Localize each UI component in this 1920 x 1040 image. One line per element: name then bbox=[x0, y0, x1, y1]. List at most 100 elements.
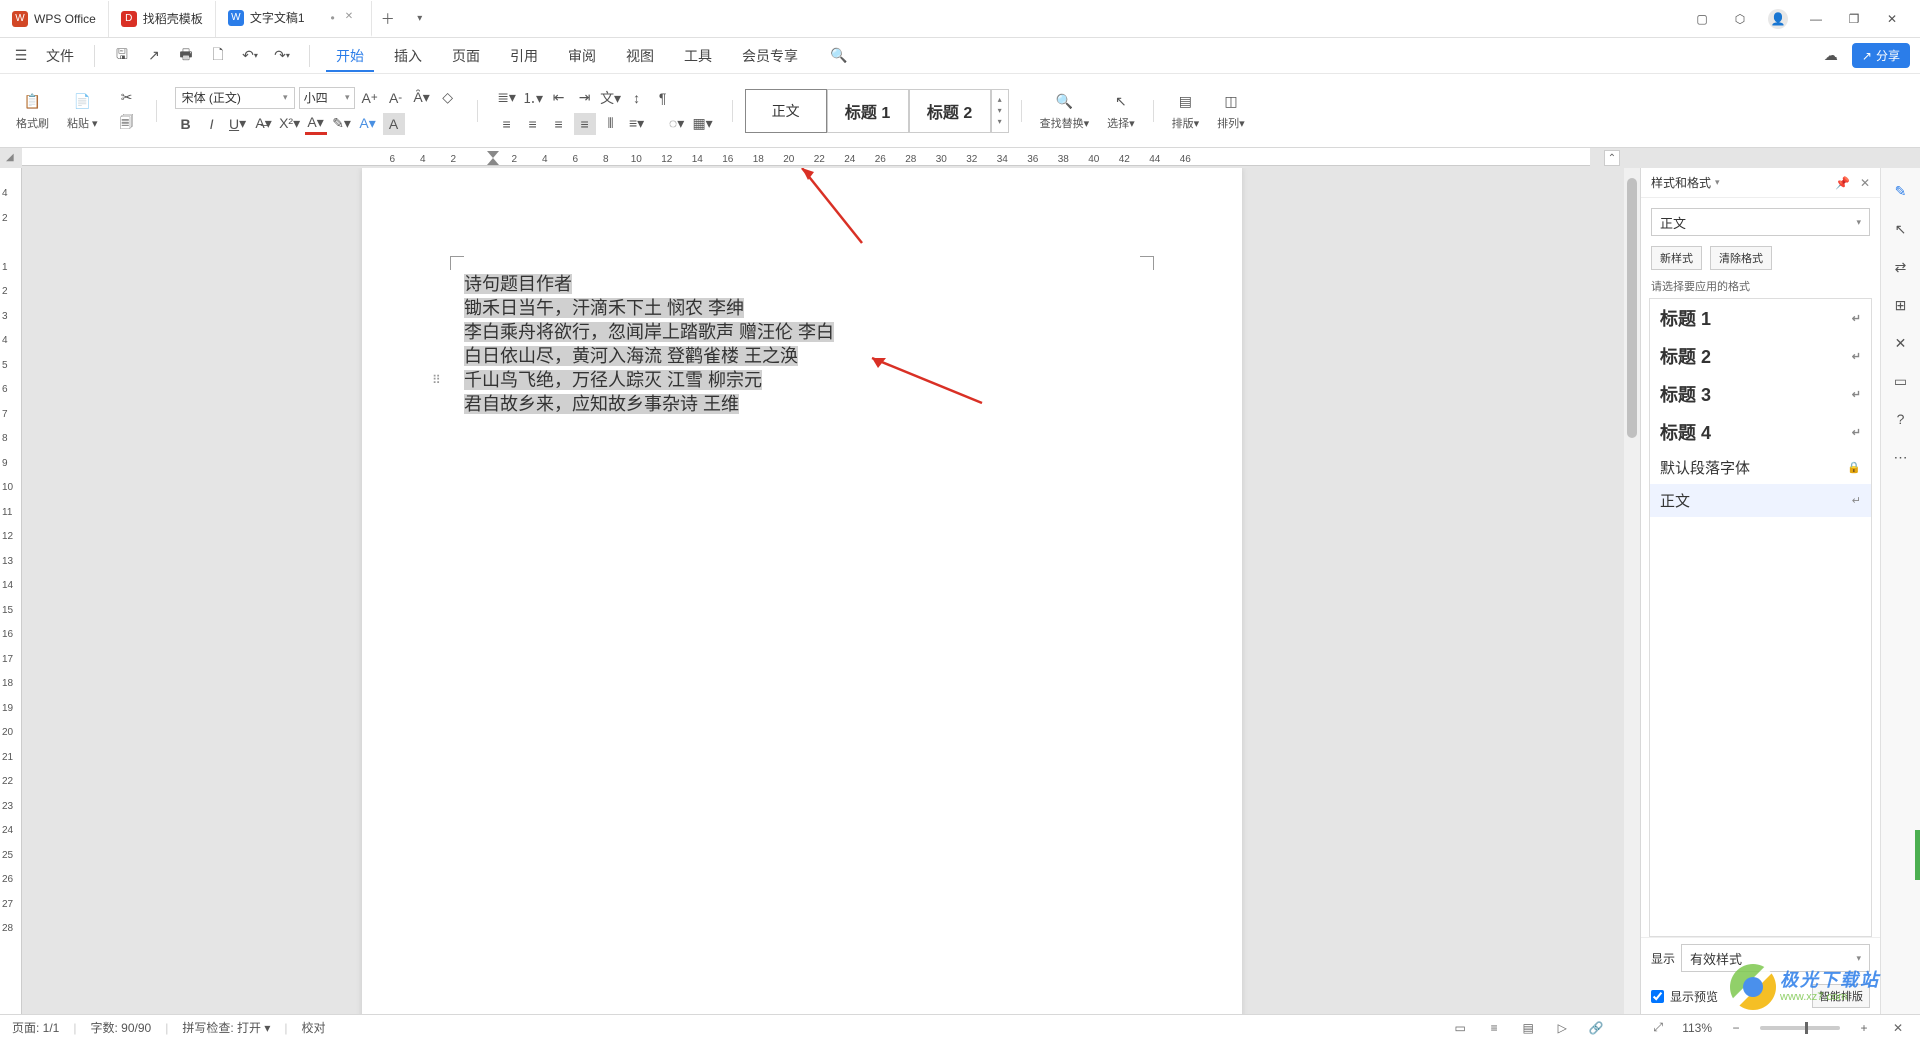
vertical-ruler[interactable]: 4212345678910111213141516171819202122232… bbox=[0, 168, 22, 1014]
pin-icon[interactable]: 📌 bbox=[1835, 176, 1850, 190]
align-justify-icon[interactable]: ≡ bbox=[574, 113, 596, 135]
view-web-icon[interactable]: 🔗 bbox=[1586, 1018, 1606, 1038]
document-area[interactable]: ⠿ 诗句题目作者 锄禾日当午，汗滴禾下土 悯农 李绅 李白乘舟将欲行，忽闻岸上踏… bbox=[22, 168, 1624, 1014]
more-icon[interactable]: ⋯ bbox=[1890, 446, 1912, 468]
zoom-fit-icon[interactable]: ✕ bbox=[1888, 1018, 1908, 1038]
indent-marker[interactable] bbox=[487, 151, 499, 165]
close-icon[interactable]: ✕ bbox=[345, 11, 359, 25]
share-button[interactable]: ↗分享 bbox=[1852, 43, 1910, 68]
print-preview-icon[interactable]: 🗋 bbox=[207, 45, 229, 67]
page-content[interactable]: 诗句题目作者 锄禾日当午，汗滴禾下土 悯农 李绅 李白乘舟将欲行，忽闻岸上踏歌声… bbox=[464, 272, 1144, 416]
menu-member[interactable]: 会员专享 bbox=[732, 40, 808, 72]
text-direction-icon[interactable]: 文▾ bbox=[600, 87, 622, 109]
line-spacing-icon[interactable]: ≡▾ bbox=[626, 113, 648, 135]
border-icon[interactable]: ▦▾ bbox=[692, 113, 714, 135]
text-line[interactable]: 白日依山尽，黄河入海流 登鹳雀楼 王之涣 bbox=[464, 346, 798, 366]
cursor-icon[interactable]: ↖ bbox=[1890, 218, 1912, 240]
page-indicator[interactable]: 页面: 1/1 bbox=[12, 1019, 59, 1036]
proof-status[interactable]: 校对 bbox=[301, 1019, 325, 1036]
minimize-button[interactable]: — bbox=[1806, 9, 1826, 29]
text-line[interactable]: 锄禾日当午，汗滴禾下土 悯农 李绅 bbox=[464, 298, 744, 318]
tab-menu-button[interactable]: ▾ bbox=[410, 13, 430, 24]
search-icon[interactable]: 🔍 bbox=[828, 45, 850, 67]
text-line[interactable]: 李白乘舟将欲行，忽闻岸上踏歌声 赠汪伦 李白 bbox=[464, 322, 834, 342]
find-replace-group[interactable]: 🔍 查找替换▾ bbox=[1034, 81, 1096, 141]
layout-group[interactable]: ▤ 排版▾ bbox=[1166, 81, 1206, 141]
number-list-icon[interactable]: ⒈▾ bbox=[522, 87, 544, 109]
close-icon[interactable]: ✕ bbox=[1860, 176, 1870, 190]
style-list-item[interactable]: 正文↵ bbox=[1650, 484, 1871, 517]
superscript-icon[interactable]: X²▾ bbox=[279, 113, 301, 135]
style-heading2[interactable]: 标题 2 bbox=[909, 89, 991, 133]
undo-icon[interactable]: ↶▾ bbox=[239, 45, 261, 67]
align-right-icon[interactable]: ≡ bbox=[548, 113, 570, 135]
text-line[interactable]: 君自故乡来，应知故乡事杂诗 王维 bbox=[464, 394, 739, 414]
collapse-ribbon-button[interactable]: ⌃ bbox=[1604, 150, 1620, 166]
style-list-item[interactable]: 标题 2↵ bbox=[1650, 337, 1871, 375]
sort-icon[interactable]: ↕ bbox=[626, 87, 648, 109]
view-outline-icon[interactable]: ▤ bbox=[1518, 1018, 1538, 1038]
scrollbar-thumb[interactable] bbox=[1627, 178, 1637, 438]
spellcheck-status[interactable]: 拼写检查: 打开 ▾ bbox=[182, 1019, 270, 1036]
show-preview-checkbox[interactable] bbox=[1651, 990, 1664, 1003]
redo-icon[interactable]: ↷▾ bbox=[271, 45, 293, 67]
change-case-icon[interactable]: Ȃ▾ bbox=[411, 87, 433, 109]
style-normal[interactable]: 正文 bbox=[745, 89, 827, 133]
menu-review[interactable]: 审阅 bbox=[558, 40, 606, 72]
style-heading1[interactable]: 标题 1 bbox=[827, 89, 909, 133]
export-icon[interactable]: ↗ bbox=[143, 45, 165, 67]
menu-tools[interactable]: 工具 bbox=[674, 40, 722, 72]
settings-icon[interactable]: ⇄ bbox=[1890, 256, 1912, 278]
new-tab-button[interactable]: ＋ bbox=[378, 9, 398, 29]
horizontal-ruler[interactable]: 6422468101214161820222426283032343638404… bbox=[22, 148, 1590, 166]
cut-icon[interactable]: ✂ bbox=[116, 87, 138, 109]
clear-format-icon[interactable]: ◇ bbox=[437, 87, 459, 109]
menu-insert[interactable]: 插入 bbox=[384, 40, 432, 72]
help-icon[interactable]: ? bbox=[1890, 408, 1912, 430]
book-icon[interactable]: ▭ bbox=[1890, 370, 1912, 392]
strikethrough-icon[interactable]: A̶▾ bbox=[253, 113, 275, 135]
chevron-down-icon[interactable]: ▾ bbox=[1715, 177, 1720, 188]
gallery-icon[interactable]: ⊞ bbox=[1890, 294, 1912, 316]
styles-dropdown[interactable]: ▴▾▾ bbox=[991, 89, 1009, 133]
highlight-icon[interactable]: ✎▾ bbox=[331, 113, 353, 135]
increase-indent-icon[interactable]: ⇥ bbox=[574, 87, 596, 109]
save-icon[interactable]: 🖫 bbox=[111, 45, 133, 67]
new-style-button[interactable]: 新样式 bbox=[1651, 246, 1702, 270]
format-painter-icon[interactable]: 📋 bbox=[22, 91, 44, 113]
maximize-button[interactable]: ❐ bbox=[1844, 9, 1864, 29]
font-name-select[interactable]: 宋体 (正文)▾ bbox=[175, 87, 295, 109]
menu-view[interactable]: 视图 bbox=[616, 40, 664, 72]
italic-icon[interactable]: I bbox=[201, 113, 223, 135]
zoom-slider[interactable] bbox=[1760, 1026, 1840, 1030]
shading-icon[interactable]: A bbox=[383, 113, 405, 135]
decrease-indent-icon[interactable]: ⇤ bbox=[548, 87, 570, 109]
tab-document[interactable]: W 文字文稿1 • ✕ bbox=[216, 1, 372, 37]
print-icon[interactable]: 🖶 bbox=[175, 45, 197, 67]
cloud-icon[interactable]: ☁ bbox=[1820, 45, 1842, 67]
show-marks-icon[interactable]: ¶ bbox=[652, 87, 674, 109]
view-fullwidth-icon[interactable]: ▭ bbox=[1450, 1018, 1470, 1038]
grow-font-icon[interactable]: A+ bbox=[359, 87, 381, 109]
align-center-icon[interactable]: ≡ bbox=[522, 113, 544, 135]
style-list-item[interactable]: 标题 3↵ bbox=[1650, 375, 1871, 413]
tab-wps-office[interactable]: W WPS Office bbox=[0, 1, 109, 37]
word-count[interactable]: 字数: 90/90 bbox=[90, 1019, 151, 1036]
tools-icon[interactable]: ✕ bbox=[1890, 332, 1912, 354]
vertical-scrollbar[interactable] bbox=[1624, 168, 1640, 1014]
clear-format-button[interactable]: 清除格式 bbox=[1710, 246, 1772, 270]
text-line[interactable]: 诗句题目作者 bbox=[464, 274, 572, 294]
select-group[interactable]: ↖ 选择▾ bbox=[1101, 81, 1141, 141]
paste-icon[interactable]: 📄 bbox=[71, 91, 93, 113]
menu-icon[interactable]: ☰ bbox=[10, 45, 32, 67]
text-effect-icon[interactable]: A▾ bbox=[357, 113, 379, 135]
copy-icon[interactable]: 🗐 bbox=[116, 113, 138, 135]
bullet-list-icon[interactable]: ≣▾ bbox=[496, 87, 518, 109]
align-left-icon[interactable]: ≡ bbox=[496, 113, 518, 135]
fill-color-icon[interactable]: ◌▾ bbox=[666, 113, 688, 135]
view-print-icon[interactable]: ≡ bbox=[1484, 1018, 1504, 1038]
tab-templates[interactable]: D 找稻壳模板 bbox=[109, 1, 216, 37]
pencil-icon[interactable]: ✎ bbox=[1890, 180, 1912, 202]
style-list-item[interactable]: 默认段落字体🔒 bbox=[1650, 451, 1871, 484]
style-list-item[interactable]: 标题 4↵ bbox=[1650, 413, 1871, 451]
